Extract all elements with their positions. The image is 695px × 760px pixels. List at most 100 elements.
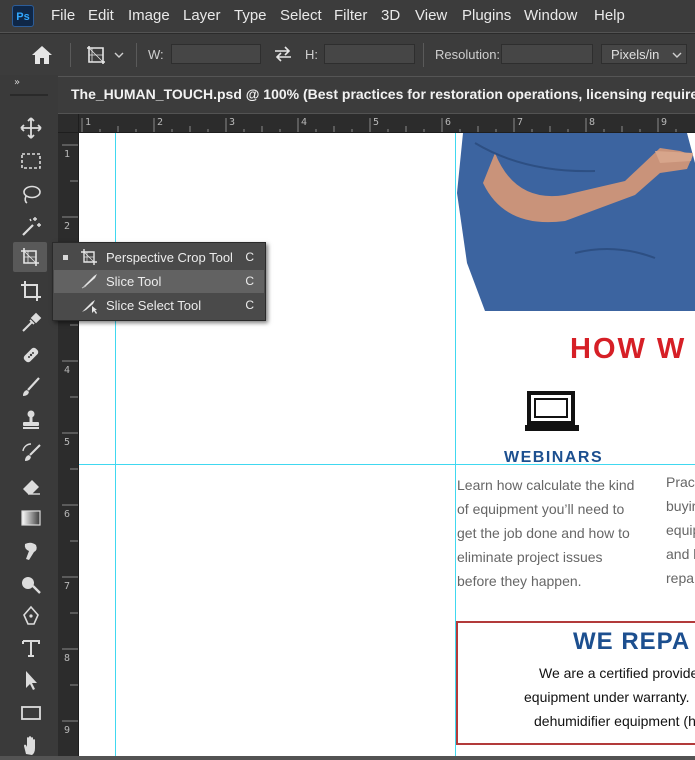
ruler-label: 4: [64, 365, 71, 376]
document-tab-title: The_HUMAN_TOUCH.psd @ 100% (Best practic…: [71, 86, 695, 102]
flyout-item-label: Slice Tool: [106, 274, 162, 289]
text-line: We are a certified provider o: [539, 665, 695, 681]
ruler-label: 3: [229, 117, 236, 128]
move-tool[interactable]: [16, 113, 46, 143]
eraser-tool[interactable]: [16, 471, 46, 501]
crop-tool[interactable]: [16, 276, 46, 306]
eyedropper-tool[interactable]: [16, 308, 46, 338]
menu-window[interactable]: Window: [524, 7, 577, 24]
text-line: repa: [666, 570, 695, 586]
brush-tool[interactable]: [16, 372, 46, 402]
shortcut-key: C: [245, 274, 254, 288]
flyout-item-label: Slice Select Tool: [106, 298, 202, 313]
menu-type[interactable]: Type: [234, 7, 267, 24]
ruler-label: 4: [301, 117, 308, 128]
ruler-label: 1: [85, 117, 92, 128]
chevron-down-icon: [114, 52, 124, 58]
shortcut-key: C: [245, 250, 254, 264]
guide-line[interactable]: [455, 133, 456, 756]
smudge-tool[interactable]: [16, 536, 46, 566]
history-brush-tool[interactable]: [16, 438, 46, 468]
flyout-item-label: Perspective Crop Tool: [106, 250, 233, 265]
perspective-crop-icon: [87, 46, 105, 64]
magic-wand-tool[interactable]: [16, 211, 46, 241]
text-line: Learn how calculate the kind: [457, 477, 635, 493]
gradient-icon: [21, 510, 41, 526]
menu-edit[interactable]: Edit: [88, 7, 114, 24]
perspective-crop-icon: [81, 249, 97, 265]
healing-icon: [23, 347, 39, 363]
laptop-icon: [525, 391, 579, 431]
hand-icon: [24, 736, 35, 755]
text-line: of equipment you’ll need to: [457, 501, 625, 517]
ruler-label: 2: [157, 117, 164, 128]
menu-select[interactable]: Select: [280, 7, 322, 24]
rectangle-icon: [21, 706, 41, 720]
repair-text: We are a certified provider o equipment …: [459, 661, 695, 733]
menu-3d[interactable]: 3D: [381, 7, 400, 24]
ruler-label: 9: [64, 725, 71, 736]
rectangle-tool[interactable]: [16, 698, 46, 728]
units-select[interactable]: Pixels/in: [601, 44, 687, 64]
dodge-tool[interactable]: [16, 569, 46, 599]
path-select-icon: [26, 671, 37, 690]
type-tool[interactable]: [16, 633, 46, 663]
flyout-item-slice[interactable]: Slice Tool C: [54, 270, 264, 293]
brush-icon: [23, 377, 40, 396]
home-icon: [32, 46, 52, 64]
crop-icon: [21, 281, 41, 301]
height-label: H:: [305, 47, 318, 62]
menu-layer[interactable]: Layer: [183, 7, 221, 24]
marquee-tool[interactable]: [16, 146, 46, 176]
ruler-label: 8: [64, 653, 71, 664]
eraser-icon: [23, 480, 40, 495]
perspective-crop-tool[interactable]: [13, 242, 47, 272]
guide-line[interactable]: [79, 464, 695, 465]
healing-brush-tool[interactable]: [16, 340, 46, 370]
menu-file[interactable]: File: [51, 7, 75, 24]
pen-icon: [23, 605, 39, 625]
person-pointing-image: [455, 133, 695, 311]
home-button[interactable]: [28, 42, 56, 68]
second-column-text: Prac buyir equip and l repa: [666, 470, 695, 590]
menu-filter[interactable]: Filter: [334, 7, 367, 24]
flyout-item-perspective-crop[interactable]: Perspective Crop Tool C: [54, 246, 264, 269]
resolution-field[interactable]: [501, 44, 593, 64]
ruler-label: 8: [589, 117, 596, 128]
shortcut-key: C: [245, 298, 254, 312]
magic-wand-icon: [22, 217, 41, 236]
clone-stamp-tool[interactable]: [16, 405, 46, 435]
perspective-crop-icon: [21, 248, 39, 266]
text-line: before they happen.: [457, 573, 582, 589]
stamp-icon: [23, 410, 39, 429]
type-icon: [22, 640, 40, 657]
ruler-label: 5: [64, 437, 71, 448]
menu-view[interactable]: View: [415, 7, 447, 24]
text-line: and l: [666, 546, 695, 562]
ruler-label: 2: [64, 221, 71, 232]
swap-arrows-icon: [275, 46, 291, 62]
menu-image[interactable]: Image: [128, 7, 170, 24]
menu-help[interactable]: Help: [594, 7, 625, 24]
gradient-tool[interactable]: [16, 503, 46, 533]
width-label: W:: [148, 47, 164, 62]
width-field[interactable]: [171, 44, 261, 64]
ruler-label: 6: [64, 509, 71, 520]
height-field[interactable]: [324, 44, 415, 64]
slice-knife-icon: [81, 274, 97, 289]
smudge-icon: [24, 542, 37, 560]
pen-tool[interactable]: [16, 601, 46, 631]
swap-dimensions-button[interactable]: [272, 44, 294, 64]
lasso-icon: [23, 185, 41, 204]
guide-line[interactable]: [115, 133, 116, 756]
lasso-tool[interactable]: [16, 179, 46, 209]
text-line: dehumidifier equipment (h: [534, 713, 695, 729]
dodge-icon: [22, 577, 41, 594]
path-selection-tool[interactable]: [16, 665, 46, 695]
collapse-panel-icon[interactable]: »: [14, 77, 20, 88]
document-canvas[interactable]: HOW W WEBINARS Learn how calculate the k…: [79, 133, 695, 756]
text-line: buyir: [666, 498, 695, 514]
menu-plugins[interactable]: Plugins: [462, 7, 511, 24]
flyout-item-slice-select[interactable]: Slice Select Tool C: [54, 294, 264, 317]
tool-preset-picker[interactable]: [84, 43, 128, 67]
